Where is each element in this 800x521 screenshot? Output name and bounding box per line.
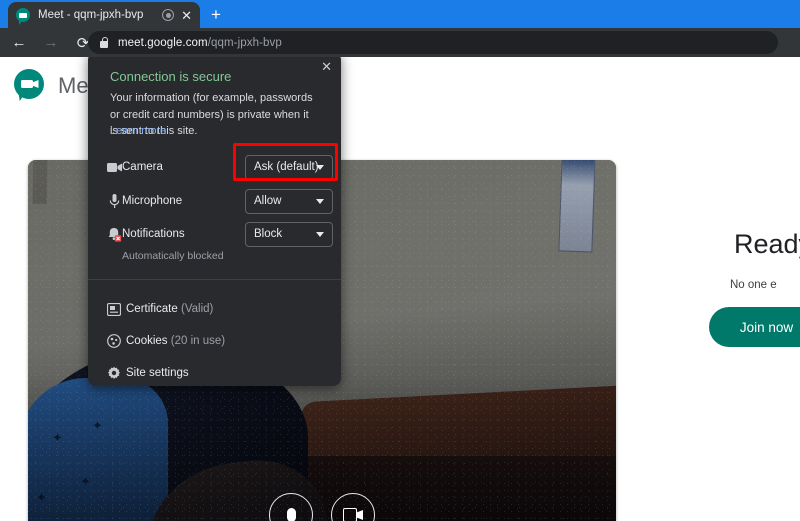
cookies-row[interactable]: Cookies (20 in use) xyxy=(88,327,341,355)
permission-select-microphone[interactable]: Allow xyxy=(245,188,333,214)
site-settings-label: Site settings xyxy=(126,367,189,379)
notifications-blocked-icon xyxy=(106,226,122,242)
certificate-icon xyxy=(106,301,122,317)
learn-more-link[interactable]: Learn more xyxy=(110,125,166,137)
browser-tab[interactable]: Meet - qqm-jpxh-bvp ✕ xyxy=(8,2,200,28)
microphone-icon xyxy=(106,193,122,209)
camera-icon xyxy=(343,508,363,521)
join-now-button[interactable]: Join now xyxy=(709,307,800,347)
permission-value-microphone: Allow xyxy=(254,195,282,207)
permission-row-microphone: Microphone Allow xyxy=(88,186,341,216)
tab-recording-icon[interactable] xyxy=(162,9,175,21)
site-settings-row[interactable]: Site settings xyxy=(88,359,341,387)
close-icon[interactable]: ✕ xyxy=(181,9,192,22)
certificate-status: (Valid) xyxy=(180,303,214,315)
popup-title: Connection is secure xyxy=(110,69,232,84)
chevron-down-icon xyxy=(316,231,324,237)
url-path: /qqm-jpxh-bvp xyxy=(207,36,282,49)
permission-label-microphone: Microphone xyxy=(122,195,183,207)
popup-divider xyxy=(88,279,341,280)
forward-icon[interactable]: → xyxy=(38,30,64,56)
ready-subtitle: No one e xyxy=(730,279,777,291)
microphone-icon xyxy=(286,508,296,521)
cookies-label: Cookies (20 in use) xyxy=(126,335,226,347)
camera-icon xyxy=(106,159,122,175)
permission-select-notifications[interactable]: Block xyxy=(245,221,333,247)
ready-heading: Ready xyxy=(734,229,800,259)
meet-logo-icon xyxy=(14,69,48,103)
permission-value-notifications: Block xyxy=(254,228,283,240)
toggle-microphone-button[interactable] xyxy=(269,493,313,521)
lock-icon[interactable] xyxy=(94,33,114,53)
permission-value-camera: Ask (default) xyxy=(254,161,319,173)
site-information-popup: ✕ Connection is secure Your information … xyxy=(88,57,341,386)
chevron-down-icon xyxy=(316,198,324,204)
permission-sub-notifications: Automatically blocked xyxy=(122,250,224,262)
popup-close-icon[interactable]: ✕ xyxy=(321,60,332,73)
certificate-row[interactable]: Certificate (Valid) xyxy=(88,295,341,323)
new-tab-button[interactable]: + xyxy=(205,4,227,26)
page-content: Meet ✦ ✦ ✦ ✦ xyxy=(0,57,800,521)
tab-strip: Meet - qqm-jpxh-bvp ✕ + xyxy=(0,0,800,28)
chevron-down-icon xyxy=(316,164,324,170)
permission-select-camera[interactable]: Ask (default) xyxy=(245,154,333,180)
cookies-count: (20 in use) xyxy=(170,335,226,347)
browser-toolbar: ← → ⟳ meet.google.com/qqm-jpxh-bvp xyxy=(0,28,800,57)
toggle-camera-button[interactable] xyxy=(331,493,375,521)
meet-favicon-icon xyxy=(16,8,30,22)
permission-row-notifications: Notifications Block xyxy=(88,219,341,249)
tab-title: Meet - qqm-jpxh-bvp xyxy=(38,9,144,21)
certificate-label: Certificate (Valid) xyxy=(126,303,214,315)
url-domain: meet.google.com xyxy=(118,36,208,49)
cookie-icon xyxy=(106,333,122,349)
video-controls xyxy=(28,493,616,521)
address-bar[interactable]: meet.google.com/qqm-jpxh-bvp xyxy=(88,31,778,54)
url-text: meet.google.com/qqm-jpxh-bvp xyxy=(118,37,282,49)
gear-icon xyxy=(106,365,122,381)
permission-label-camera: Camera xyxy=(122,161,163,173)
back-icon[interactable]: ← xyxy=(6,30,32,56)
permission-label-notifications: Notifications xyxy=(122,228,185,240)
join-panel: Ready No one e Join now xyxy=(636,57,800,521)
screen: Meet - qqm-jpxh-bvp ✕ + ← → ⟳ meet.googl… xyxy=(0,0,800,521)
permission-row-camera: Camera Ask (default) xyxy=(88,152,341,182)
